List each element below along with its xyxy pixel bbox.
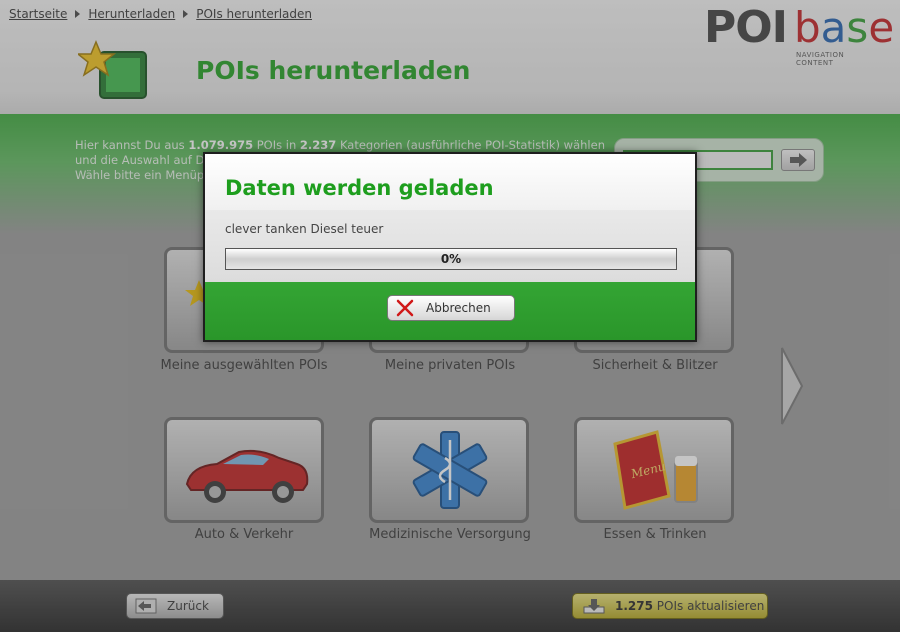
logo-base-text: base <box>794 3 895 52</box>
breadcrumb-download-link[interactable]: Herunterladen <box>88 7 175 21</box>
tile-label: Meine privaten POIs <box>384 358 516 373</box>
poibase-logo: POI base NAVIGATION CONTENT <box>704 2 894 68</box>
breadcrumb-separator-icon <box>75 10 81 18</box>
header: Startseite Herunterladen POIs herunterla… <box>0 0 900 114</box>
tile-label: Medizinische Versorgung <box>369 527 531 542</box>
loading-status-text: clever tanken Diesel teuer <box>225 222 384 236</box>
intro-text-part: Kategorien (ausführliche POI-Statistik) … <box>336 138 605 152</box>
search-button[interactable] <box>781 149 815 171</box>
arrow-right-icon <box>790 153 807 167</box>
download-icon <box>583 599 605 614</box>
close-icon <box>396 299 414 317</box>
progress-bar: 0% <box>225 248 677 270</box>
intro-text-line2: und die Auswahl auf De <box>75 153 212 167</box>
intro-text-line3: Wähle bitte ein Menüp <box>75 168 205 182</box>
breadcrumb-separator-icon <box>183 10 189 18</box>
tile-label: Sicherheit & Blitzer <box>592 358 718 373</box>
back-arrow-icon <box>135 598 157 614</box>
cancel-button[interactable]: Abbrechen <box>387 295 515 321</box>
menu-beer-icon: Menu <box>613 430 698 510</box>
intro-text-part: Hier kannst Du aus <box>75 138 189 152</box>
star-of-life-icon <box>412 431 488 509</box>
update-label-text: POIs aktualisieren <box>652 599 765 613</box>
intro-text-part: POIs in <box>253 138 300 152</box>
tile-food-drink[interactable]: Menu <box>574 417 734 523</box>
star-folder-icon <box>78 40 147 99</box>
tile-car-traffic[interactable] <box>164 417 324 523</box>
update-pois-label: 1.275 POIs aktualisieren <box>615 599 764 613</box>
tile-medical-care[interactable] <box>369 417 529 523</box>
logo-subtitle: NAVIGATION CONTENT <box>796 51 845 67</box>
breadcrumb-poi-download-link[interactable]: POIs herunterladen <box>196 7 312 21</box>
dialog-title: Daten werden geladen <box>225 176 494 200</box>
tile-label: Meine ausgewählten POIs <box>160 358 328 373</box>
category-count: 2.237 <box>299 138 337 152</box>
next-page-arrow-icon[interactable] <box>780 346 804 426</box>
dialog-body: clever tanken Diesel teuer 0% <box>205 210 695 282</box>
loading-dialog: Daten werden geladen clever tanken Diese… <box>203 152 697 342</box>
update-pois-button[interactable]: 1.275 POIs aktualisieren <box>572 593 768 619</box>
back-button[interactable]: Zurück <box>126 593 224 619</box>
cancel-button-label: Abbrechen <box>426 301 491 315</box>
progress-text: 0% <box>440 252 462 266</box>
tile-label: Auto & Verkehr <box>194 527 294 542</box>
breadcrumb: Startseite Herunterladen POIs herunterla… <box>9 7 312 21</box>
back-button-label: Zurück <box>167 599 209 613</box>
car-icon <box>185 449 309 503</box>
logo-poi-text: POI <box>704 2 788 53</box>
tile-label: Essen & Trinken <box>603 527 707 542</box>
page-title: POIs herunterladen <box>196 56 471 85</box>
dialog-footer: Abbrechen <box>205 282 695 340</box>
breadcrumb-home-link[interactable]: Startseite <box>9 7 67 21</box>
poi-count: 1.079.975 <box>188 138 254 152</box>
update-count: 1.275 <box>615 599 653 613</box>
dialog-header: Daten werden geladen <box>205 154 695 210</box>
